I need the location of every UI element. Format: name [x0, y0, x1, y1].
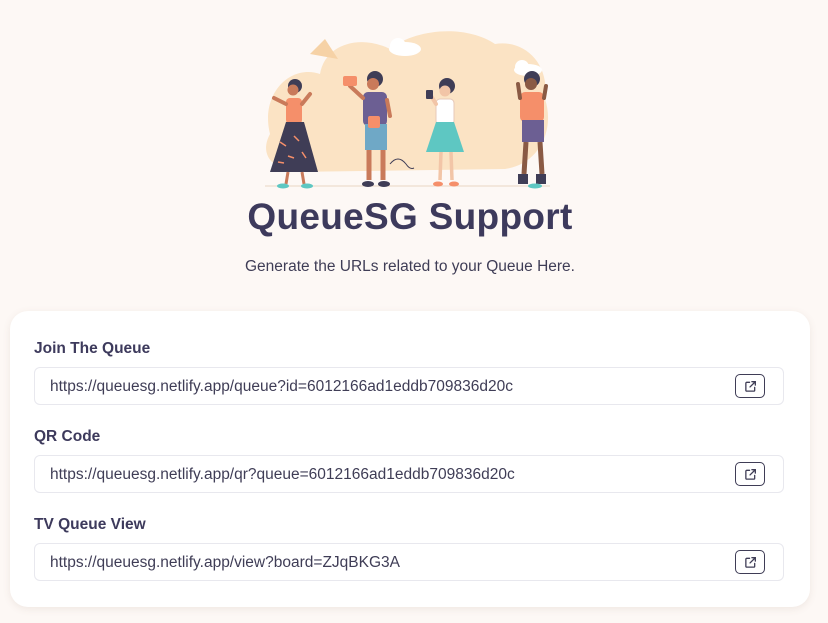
links-card: Join The Queue https://queuesg.netlify.a…: [10, 311, 810, 607]
tv-queue-view-url: https://queuesg.netlify.app/view?board=Z…: [50, 554, 400, 571]
qr-code-label: QR Code: [34, 428, 101, 445]
tv-queue-view-label: TV Queue View: [34, 516, 146, 533]
qr-code-url: https://queuesg.netlify.app/qr?queue=601…: [50, 466, 515, 483]
open-qr-code-button[interactable]: [735, 462, 765, 486]
join-queue-url: https://queuesg.netlify.app/queue?id=601…: [50, 378, 513, 395]
page-subtitle: Generate the URLs related to your Queue …: [245, 258, 575, 275]
tv-queue-view-url-field[interactable]: https://queuesg.netlify.app/view?board=Z…: [34, 543, 784, 581]
join-queue-url-field[interactable]: https://queuesg.netlify.app/queue?id=601…: [34, 367, 784, 405]
open-tv-queue-view-button[interactable]: [735, 550, 765, 574]
external-link-icon: [744, 468, 756, 480]
qr-code-url-field[interactable]: https://queuesg.netlify.app/qr?queue=601…: [34, 455, 784, 493]
people-queue-illustration: [265, 31, 550, 189]
page-title: QueueSG Support: [247, 196, 573, 237]
hero-illustration: [250, 24, 570, 194]
open-join-queue-button[interactable]: [735, 374, 765, 398]
join-queue-label: Join The Queue: [34, 340, 151, 357]
external-link-icon: [744, 380, 756, 392]
external-link-icon: [744, 556, 756, 568]
